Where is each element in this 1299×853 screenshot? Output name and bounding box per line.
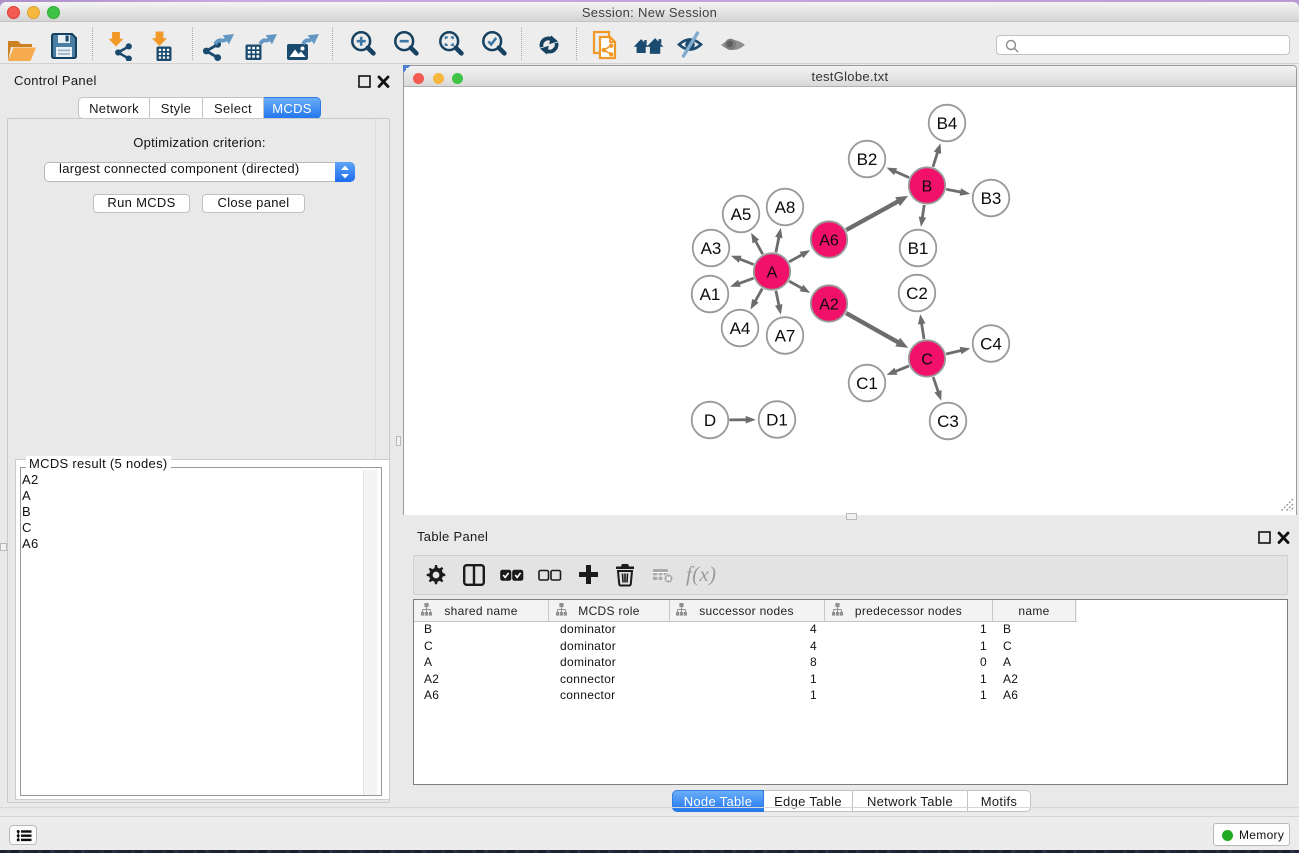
svg-text:A2: A2 — [819, 297, 839, 314]
svg-text:B3: B3 — [981, 189, 1002, 208]
svg-text:C4: C4 — [980, 335, 1002, 354]
svg-text:B4: B4 — [937, 114, 958, 133]
svg-text:A6: A6 — [819, 233, 839, 250]
svg-text:A4: A4 — [730, 319, 751, 338]
svg-text:B2: B2 — [857, 150, 878, 169]
svg-text:B: B — [922, 179, 933, 196]
svg-text:A8: A8 — [775, 198, 796, 217]
svg-text:A1: A1 — [700, 285, 721, 304]
svg-text:C: C — [921, 352, 933, 369]
svg-text:C1: C1 — [856, 374, 878, 393]
svg-text:B1: B1 — [908, 239, 929, 258]
svg-text:C3: C3 — [937, 412, 959, 431]
svg-text:D1: D1 — [766, 411, 788, 430]
svg-text:A5: A5 — [731, 205, 752, 224]
svg-text:A3: A3 — [701, 239, 722, 258]
svg-text:D: D — [704, 411, 716, 430]
svg-text:C2: C2 — [906, 284, 928, 303]
svg-text:A: A — [767, 265, 778, 282]
svg-text:A7: A7 — [775, 327, 796, 346]
